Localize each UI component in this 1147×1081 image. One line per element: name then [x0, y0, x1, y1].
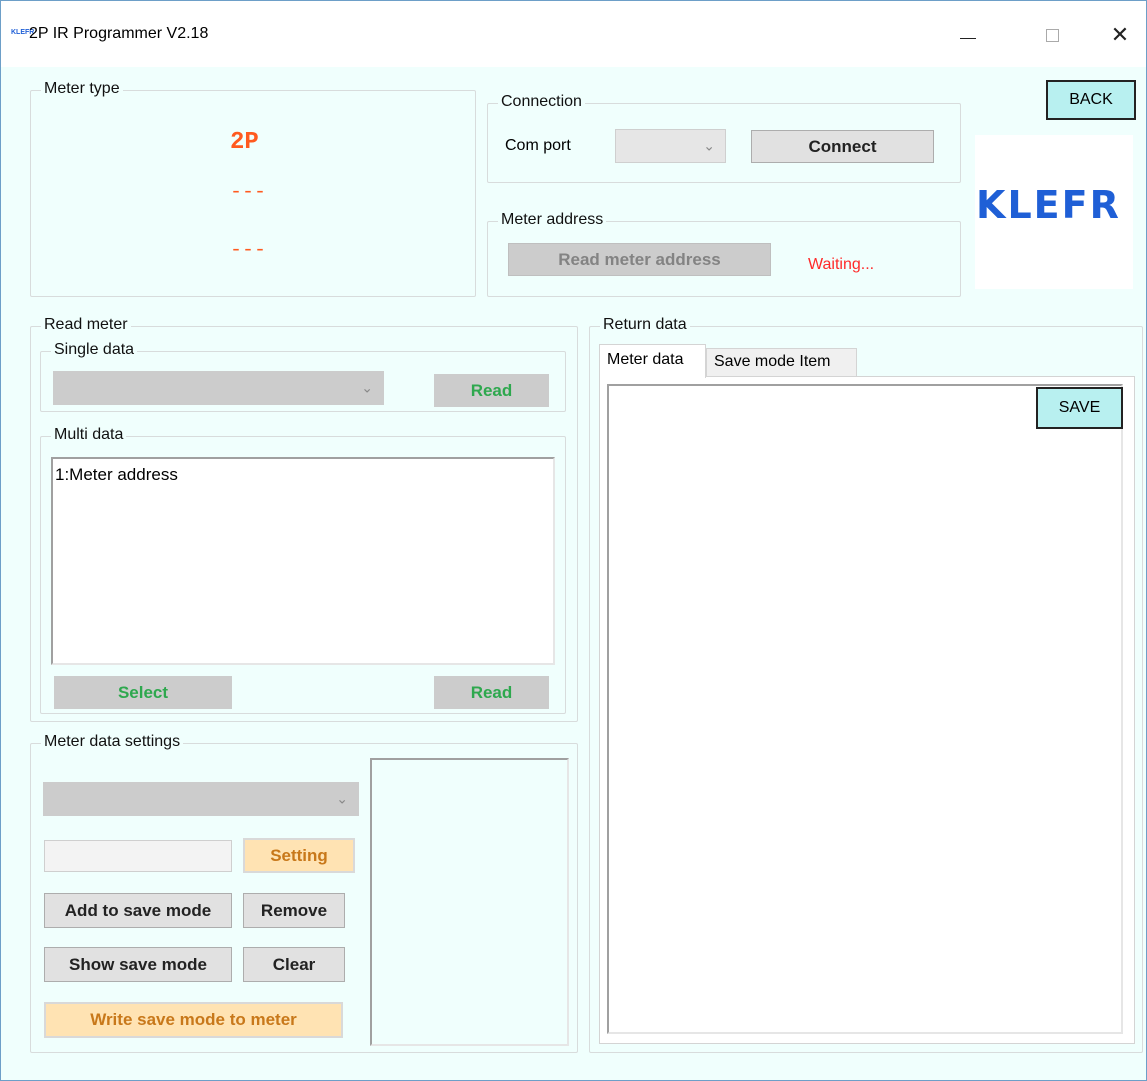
setting-button[interactable]: Setting: [243, 838, 355, 873]
back-button[interactable]: BACK: [1046, 80, 1136, 120]
write-save-mode-button[interactable]: Write save mode to meter: [44, 1002, 343, 1038]
meter-type-label: Meter type: [41, 80, 123, 98]
multi-read-button[interactable]: Read: [434, 676, 549, 709]
com-port-select[interactable]: ⌄: [615, 129, 726, 163]
multi-select-button[interactable]: Select: [54, 676, 232, 709]
meter-address-label: Meter address: [498, 211, 607, 229]
multi-data-group: Multi data 1:Meter address Select Read: [40, 426, 566, 714]
meter-data-output: [607, 384, 1123, 1034]
single-read-button[interactable]: Read: [434, 374, 549, 407]
read-meter-address-button[interactable]: Read meter address: [508, 243, 771, 276]
app-window: KLEFR 2P IR Programmer V2.18 ✕ Meter typ…: [0, 0, 1147, 1081]
minimize-icon[interactable]: [945, 15, 991, 55]
title-bar: KLEFR 2P IR Programmer V2.18 ✕: [1, 1, 1146, 67]
clear-button[interactable]: Clear: [243, 947, 345, 982]
meter-type-value-2: ---: [230, 181, 267, 204]
connect-button[interactable]: Connect: [751, 130, 934, 163]
read-meter-group: Read meter Single data ⌄ Read Multi data…: [30, 316, 578, 722]
settings-input[interactable]: [44, 840, 232, 872]
meter-address-status: Waiting...: [808, 256, 875, 273]
multi-data-list[interactable]: 1:Meter address: [51, 457, 555, 665]
chevron-down-icon: ⌄: [361, 379, 373, 396]
settings-select[interactable]: ⌄: [43, 782, 359, 816]
add-to-save-mode-button[interactable]: Add to save mode: [44, 893, 232, 928]
single-data-group: Single data ⌄ Read: [40, 341, 566, 412]
tab-meter-data[interactable]: Meter data: [599, 344, 706, 378]
maximize-icon[interactable]: [1029, 15, 1075, 55]
close-icon[interactable]: ✕: [1097, 15, 1143, 55]
show-save-mode-button[interactable]: Show save mode: [44, 947, 232, 982]
remove-button[interactable]: Remove: [243, 893, 345, 928]
meter-data-settings-label: Meter data settings: [41, 733, 184, 751]
save-mode-list[interactable]: [370, 758, 569, 1046]
meter-data-settings-group: Meter data settings ⌄ Setting Add to sav…: [30, 733, 578, 1053]
save-button[interactable]: SAVE: [1036, 387, 1123, 429]
chevron-down-icon: ⌄: [336, 790, 348, 807]
return-data-label: Return data: [600, 316, 690, 334]
multi-data-label: Multi data: [51, 426, 127, 444]
klefr-logo: KLEFR: [976, 183, 1121, 227]
return-data-group: Return data Meter data Save mode Item SA…: [589, 316, 1143, 1053]
meter-address-group: Meter address Read meter address Waiting…: [487, 211, 961, 297]
logo-panel: KLEFR: [975, 135, 1133, 289]
chevron-down-icon: ⌄: [703, 137, 715, 154]
single-data-label: Single data: [51, 341, 138, 359]
window-title: 2P IR Programmer V2.18: [29, 25, 209, 42]
meter-type-group: Meter type 2P --- ---: [30, 80, 476, 297]
tab-save-mode-item[interactable]: Save mode Item: [706, 348, 857, 377]
single-data-select[interactable]: ⌄: [53, 371, 384, 405]
read-meter-label: Read meter: [41, 316, 131, 334]
connection-label: Connection: [498, 93, 585, 111]
meter-type-value-3: ---: [230, 239, 267, 262]
com-port-label: Com port: [505, 137, 571, 154]
connection-group: Connection Com port ⌄ Connect: [487, 93, 961, 183]
meter-type-value-1: 2P: [230, 129, 259, 156]
tab-panel: SAVE: [599, 376, 1135, 1044]
list-item[interactable]: 1:Meter address: [53, 459, 553, 491]
